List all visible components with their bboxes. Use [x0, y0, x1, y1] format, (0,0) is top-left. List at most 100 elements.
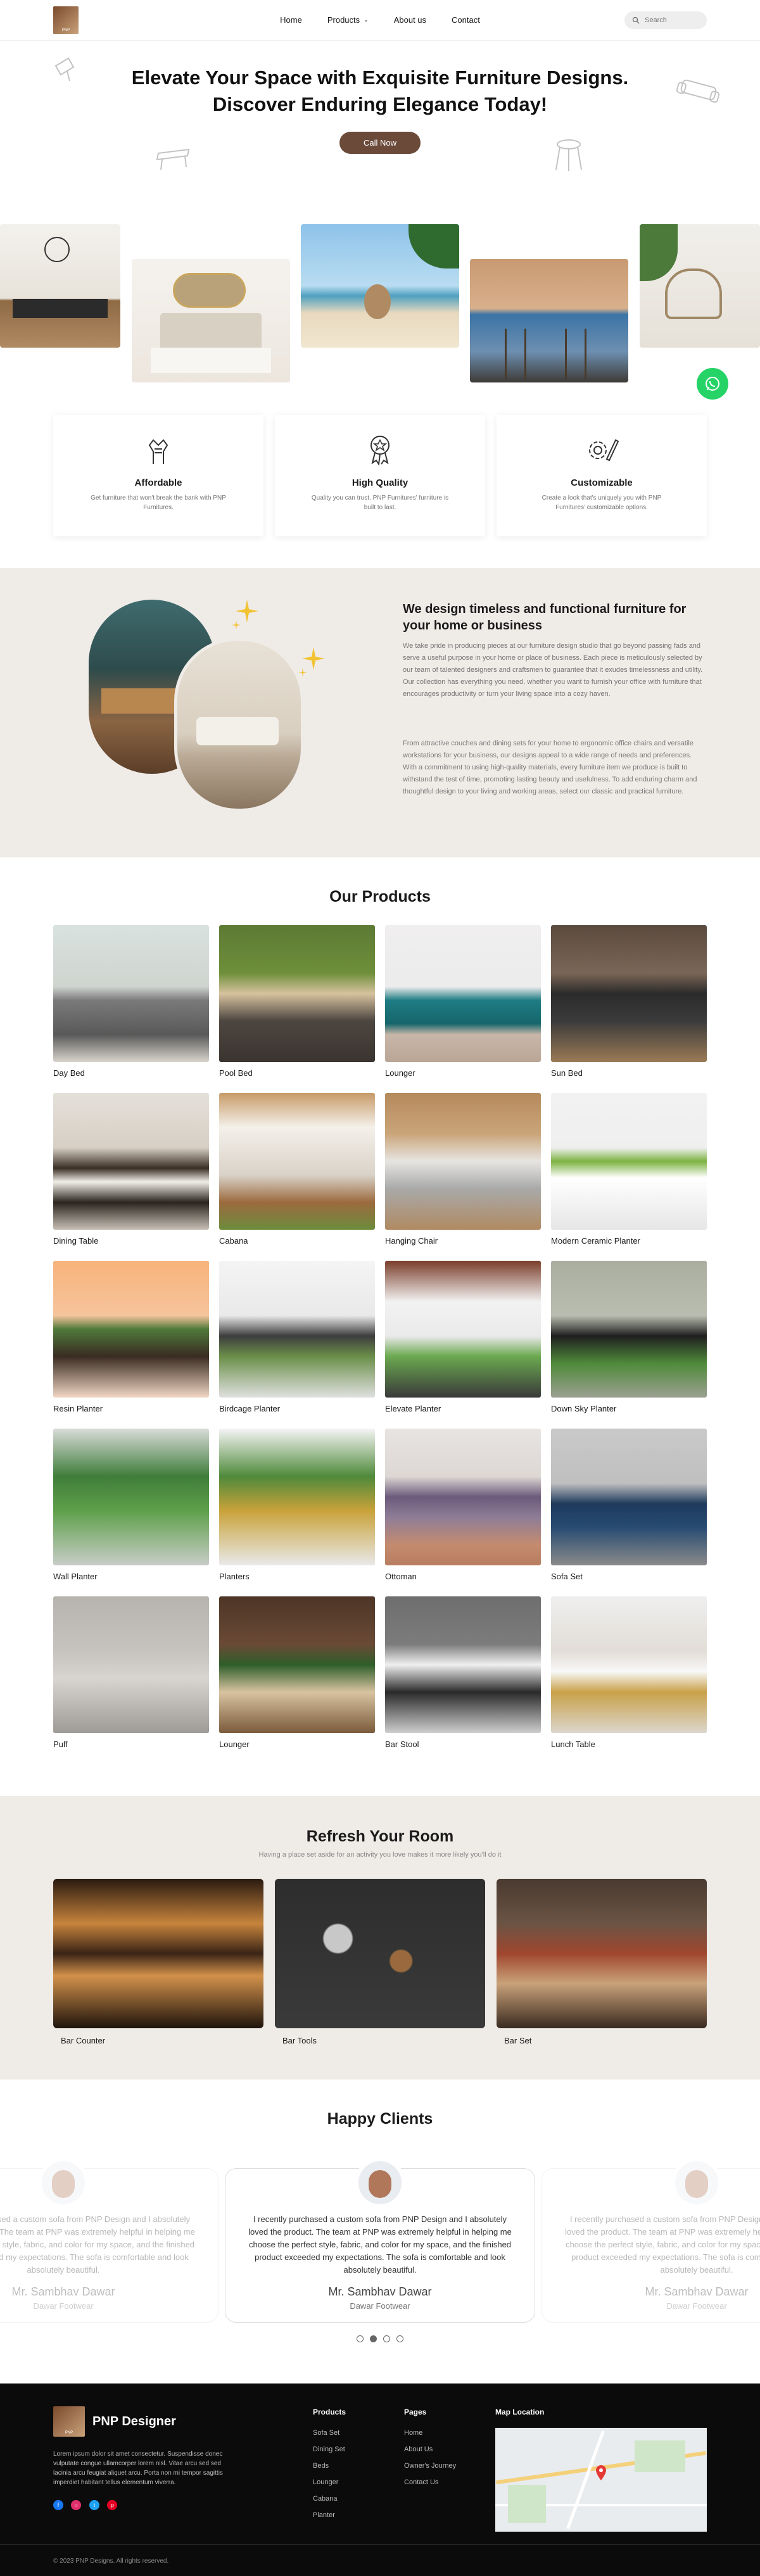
- testimonial-role: Dawar Footwear: [33, 2301, 94, 2311]
- carousel-dot-active[interactable]: [370, 2335, 377, 2342]
- twitter-icon[interactable]: t: [89, 2500, 99, 2510]
- nav-home[interactable]: Home: [280, 15, 302, 25]
- product-name: Sofa Set: [551, 1572, 583, 1581]
- product-image: [219, 925, 375, 1062]
- feature-card-high-quality: High Quality Quality you can trust, PNP …: [275, 415, 485, 536]
- search-input[interactable]: [645, 16, 695, 24]
- refresh-card[interactable]: Bar Tools: [275, 1879, 485, 2045]
- product-card[interactable]: Sofa Set: [551, 1429, 707, 1596]
- pinterest-icon[interactable]: p: [107, 2500, 118, 2510]
- award-badge-icon: [370, 436, 390, 466]
- testimonial-text: I recently purchased a custom sofa from …: [0, 2214, 195, 2275]
- product-image: [385, 1596, 541, 1733]
- refresh-card[interactable]: Bar Set: [497, 1879, 707, 2045]
- product-card[interactable]: Birdcage Planter: [219, 1261, 375, 1429]
- refresh-name: Bar Set: [504, 2036, 532, 2045]
- gallery-photo-dining: [0, 224, 120, 348]
- product-card[interactable]: Pool Bed: [219, 925, 375, 1093]
- about-paragraph-1: We take pride in producing pieces at our…: [403, 642, 703, 698]
- product-name: Day Bed: [53, 1068, 85, 1078]
- product-card[interactable]: Elevate Planter: [385, 1261, 541, 1429]
- footer-logo[interactable]: PNP: [53, 2406, 85, 2437]
- product-card[interactable]: Hanging Chair: [385, 1093, 541, 1261]
- product-card[interactable]: Planters: [219, 1429, 375, 1596]
- footer-link[interactable]: Cabana: [313, 2495, 346, 2503]
- product-image: [219, 1093, 375, 1230]
- carousel-dot[interactable]: [383, 2335, 390, 2342]
- refresh-grid: Bar Counter Bar Tools Bar Set: [0, 1879, 760, 2045]
- gallery-photo-kitchen-stools: [470, 259, 628, 382]
- clients-heading: Happy Clients: [327, 2110, 433, 2128]
- footer: PNP PNP Designer Lorem ipsum dolor sit a…: [0, 2383, 760, 2576]
- product-card[interactable]: Sun Bed: [551, 925, 707, 1093]
- product-image: [551, 1596, 707, 1733]
- testimonial-role: Dawar Footwear: [350, 2301, 410, 2311]
- handshake-icon: [148, 439, 168, 464]
- product-name: Lounger: [385, 1068, 415, 1078]
- product-card[interactable]: Ottoman: [385, 1429, 541, 1596]
- lamp-doodle-icon: [54, 57, 75, 82]
- call-now-button[interactable]: Call Now: [339, 132, 421, 154]
- footer-link[interactable]: Owner's Journey: [404, 2462, 456, 2470]
- nav-links: Home Products ⌄ About us Contact: [280, 15, 480, 25]
- product-card[interactable]: Bar Stool: [385, 1596, 541, 1764]
- search-box[interactable]: [624, 11, 707, 29]
- product-name: Ottoman: [385, 1572, 417, 1581]
- product-card[interactable]: Resin Planter: [53, 1261, 209, 1429]
- footer-link[interactable]: Dining Set: [313, 2446, 346, 2453]
- footer-link[interactable]: Planter: [313, 2511, 346, 2519]
- map-widget[interactable]: [495, 2428, 707, 2532]
- product-card[interactable]: Puff: [53, 1596, 209, 1764]
- footer-link[interactable]: About Us: [404, 2446, 456, 2453]
- facebook-icon[interactable]: f: [53, 2500, 63, 2510]
- hero-section: Elevate Your Space with Exquisite Furnit…: [0, 41, 760, 183]
- footer-link[interactable]: Beds: [313, 2462, 346, 2470]
- footer-link[interactable]: Sofa Set: [313, 2429, 346, 2437]
- refresh-card[interactable]: Bar Counter: [53, 1879, 263, 2045]
- refresh-name: Bar Tools: [282, 2036, 317, 2045]
- footer-link[interactable]: Home: [404, 2429, 456, 2437]
- product-card[interactable]: Dining Table: [53, 1093, 209, 1261]
- testimonial-text: I recently purchased a custom sofa from …: [565, 2214, 760, 2275]
- carousel-dot[interactable]: [357, 2335, 364, 2342]
- product-name: Bar Stool: [385, 1739, 419, 1749]
- products-grid: Day Bed Pool Bed Lounger Sun Bed Dining …: [0, 925, 760, 1764]
- footer-brand-name: PNP Designer: [92, 2414, 176, 2428]
- hero-title-line1: Elevate Your Space with Exquisite Furnit…: [131, 66, 629, 89]
- refresh-name: Bar Counter: [61, 2036, 106, 2045]
- product-name: Sun Bed: [551, 1068, 583, 1078]
- footer-products-col: Products Sofa Set Dining Set Beds Lounge…: [313, 2408, 346, 2519]
- product-card[interactable]: Day Bed: [53, 925, 209, 1093]
- testimonial-card-right: I recently purchased a custom sofa from …: [542, 2157, 760, 2323]
- nav-about[interactable]: About us: [394, 15, 426, 25]
- product-image: [53, 1596, 209, 1733]
- footer-link[interactable]: Lounger: [313, 2478, 346, 2486]
- product-card[interactable]: Wall Planter: [53, 1429, 209, 1596]
- product-image: [53, 1093, 209, 1230]
- product-name: Lounger: [219, 1739, 250, 1749]
- product-card[interactable]: Modern Ceramic Planter: [551, 1093, 707, 1261]
- hero-title: Elevate Your Space with Exquisite Furnit…: [0, 65, 760, 118]
- products-heading: Our Products: [329, 888, 431, 906]
- products-section: Our Products Day Bed Pool Bed Lounger Su…: [0, 857, 760, 1764]
- product-card[interactable]: Cabana: [219, 1093, 375, 1261]
- social-links: f ○ t p: [53, 2499, 122, 2510]
- carousel-dots: [357, 2335, 403, 2342]
- product-card[interactable]: Lunch Table: [551, 1596, 707, 1764]
- product-card[interactable]: Lounger: [385, 925, 541, 1093]
- product-card[interactable]: Down Sky Planter: [551, 1261, 707, 1429]
- footer-link[interactable]: Contact Us: [404, 2478, 456, 2486]
- product-card[interactable]: Lounger: [219, 1596, 375, 1764]
- carousel-dot[interactable]: [396, 2335, 403, 2342]
- instagram-icon[interactable]: ○: [71, 2500, 82, 2510]
- features-row: Affordable Get furniture that won't brea…: [0, 415, 760, 536]
- product-name: Puff: [53, 1739, 68, 1749]
- product-name: Pool Bed: [219, 1068, 253, 1078]
- nav-products[interactable]: Products ⌄: [327, 15, 369, 25]
- bench-doodle-icon: [156, 148, 190, 170]
- product-name: Dining Table: [53, 1236, 99, 1246]
- brand-logo[interactable]: PNP: [53, 6, 79, 34]
- whatsapp-button[interactable]: [697, 368, 728, 400]
- nav-contact[interactable]: Contact: [452, 15, 480, 25]
- product-image: [551, 925, 707, 1062]
